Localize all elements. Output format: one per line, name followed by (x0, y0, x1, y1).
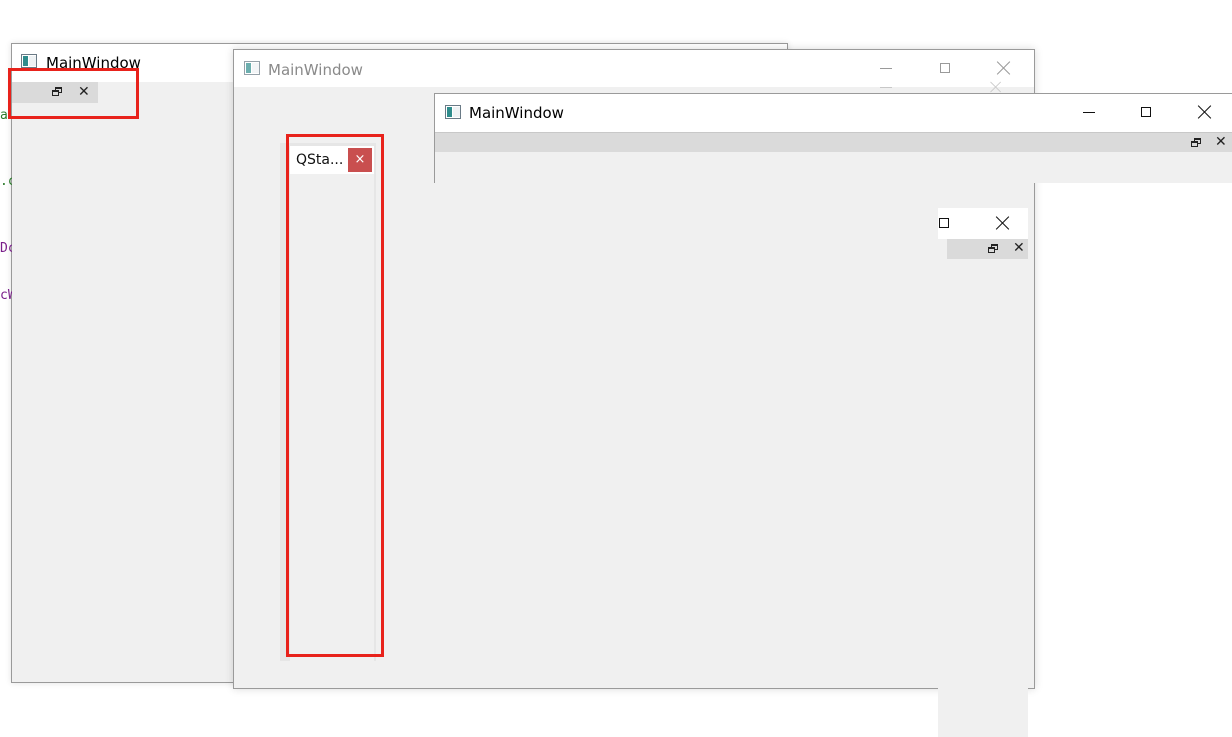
window-title: MainWindow (268, 61, 363, 79)
minimize-icon (880, 67, 892, 69)
dock-close-button[interactable]: ✕ (1215, 135, 1227, 149)
dock-titlebar[interactable]: ✕ (947, 239, 1028, 259)
front-window: MainWindow ✕ (434, 93, 1232, 183)
fragment-lower-area (938, 686, 1028, 737)
app-window-icon (244, 61, 260, 75)
maximize-icon (940, 63, 950, 73)
close-button[interactable] (1185, 97, 1225, 127)
window-title: MainWindow (469, 104, 564, 122)
float-icon (988, 244, 998, 253)
maximize-button[interactable] (924, 208, 964, 238)
floating-fragment: ✕ (938, 208, 1028, 737)
dock-titlebar[interactable]: ✕ (435, 132, 1232, 152)
dock-float-button[interactable] (988, 244, 998, 253)
code-fragment: .c (0, 174, 12, 189)
dock-close-button[interactable]: ✕ (1013, 241, 1025, 255)
app-window-icon (445, 105, 461, 119)
app-window-icon (21, 54, 37, 68)
front-window-titlebar[interactable]: MainWindow (435, 94, 1232, 132)
close-icon (997, 61, 1011, 75)
float-icon (1191, 138, 1201, 147)
dock-float-button[interactable] (1191, 138, 1201, 147)
close-icon (996, 216, 1010, 230)
highlight-box (8, 68, 139, 119)
code-fragment: a (0, 108, 7, 123)
highlight-box (286, 134, 384, 657)
maximize-button[interactable] (1126, 97, 1166, 127)
minimize-button[interactable] (1069, 97, 1109, 127)
code-fragment: Dc (0, 241, 12, 256)
middle-window-titlebar[interactable]: MainWindow (234, 50, 1034, 87)
close-icon (1198, 105, 1212, 119)
minimize-icon (1083, 111, 1095, 113)
maximize-button[interactable] (925, 53, 965, 83)
maximize-icon (1141, 107, 1151, 117)
maximize-icon (939, 218, 949, 228)
fragment-titlebar[interactable] (938, 208, 1028, 239)
code-fragment: cW (0, 288, 12, 303)
close-button[interactable] (983, 208, 1023, 238)
